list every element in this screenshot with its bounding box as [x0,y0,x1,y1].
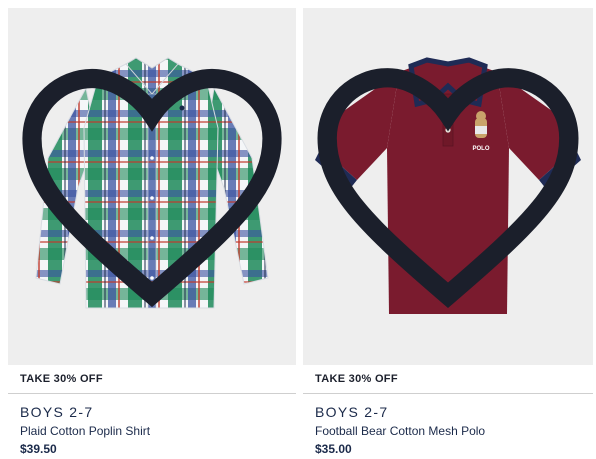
product-name[interactable]: Plaid Cotton Poplin Shirt [20,424,150,438]
product-image-plaid-shirt[interactable] [8,8,296,365]
product-price: $35.00 [315,442,352,456]
product-category: BOYS 2-7 [315,404,389,420]
product-price: $39.50 [20,442,57,456]
product-image-polo[interactable]: POLO [303,8,593,365]
heart-outline-icon[interactable] [8,8,296,365]
product-card-polo[interactable]: POLO TAKE 30% OFF BOYS 2-7 Football Bear… [303,0,593,459]
product-category: BOYS 2-7 [20,404,94,420]
divider [303,393,593,394]
product-grid: TAKE 30% OFF BOYS 2-7 Plaid Cotton Popli… [0,0,596,459]
heart-outline-icon[interactable] [303,8,593,365]
promo-label: TAKE 30% OFF [315,373,398,385]
promo-label: TAKE 30% OFF [20,373,103,385]
product-name[interactable]: Football Bear Cotton Mesh Polo [315,424,485,438]
divider [8,393,296,394]
product-card-plaid-shirt[interactable]: TAKE 30% OFF BOYS 2-7 Plaid Cotton Popli… [8,0,296,459]
